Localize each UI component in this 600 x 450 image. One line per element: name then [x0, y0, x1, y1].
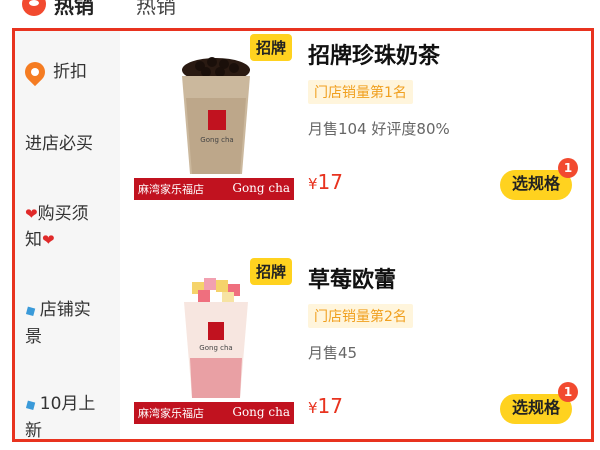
tab-hot[interactable]: 热销	[136, 0, 176, 19]
highlight-frame	[12, 28, 594, 442]
top-tab-bar: 热销 热销	[0, 0, 600, 26]
hot-icon	[22, 0, 46, 16]
tab-hot-active[interactable]: 热销	[54, 0, 94, 19]
